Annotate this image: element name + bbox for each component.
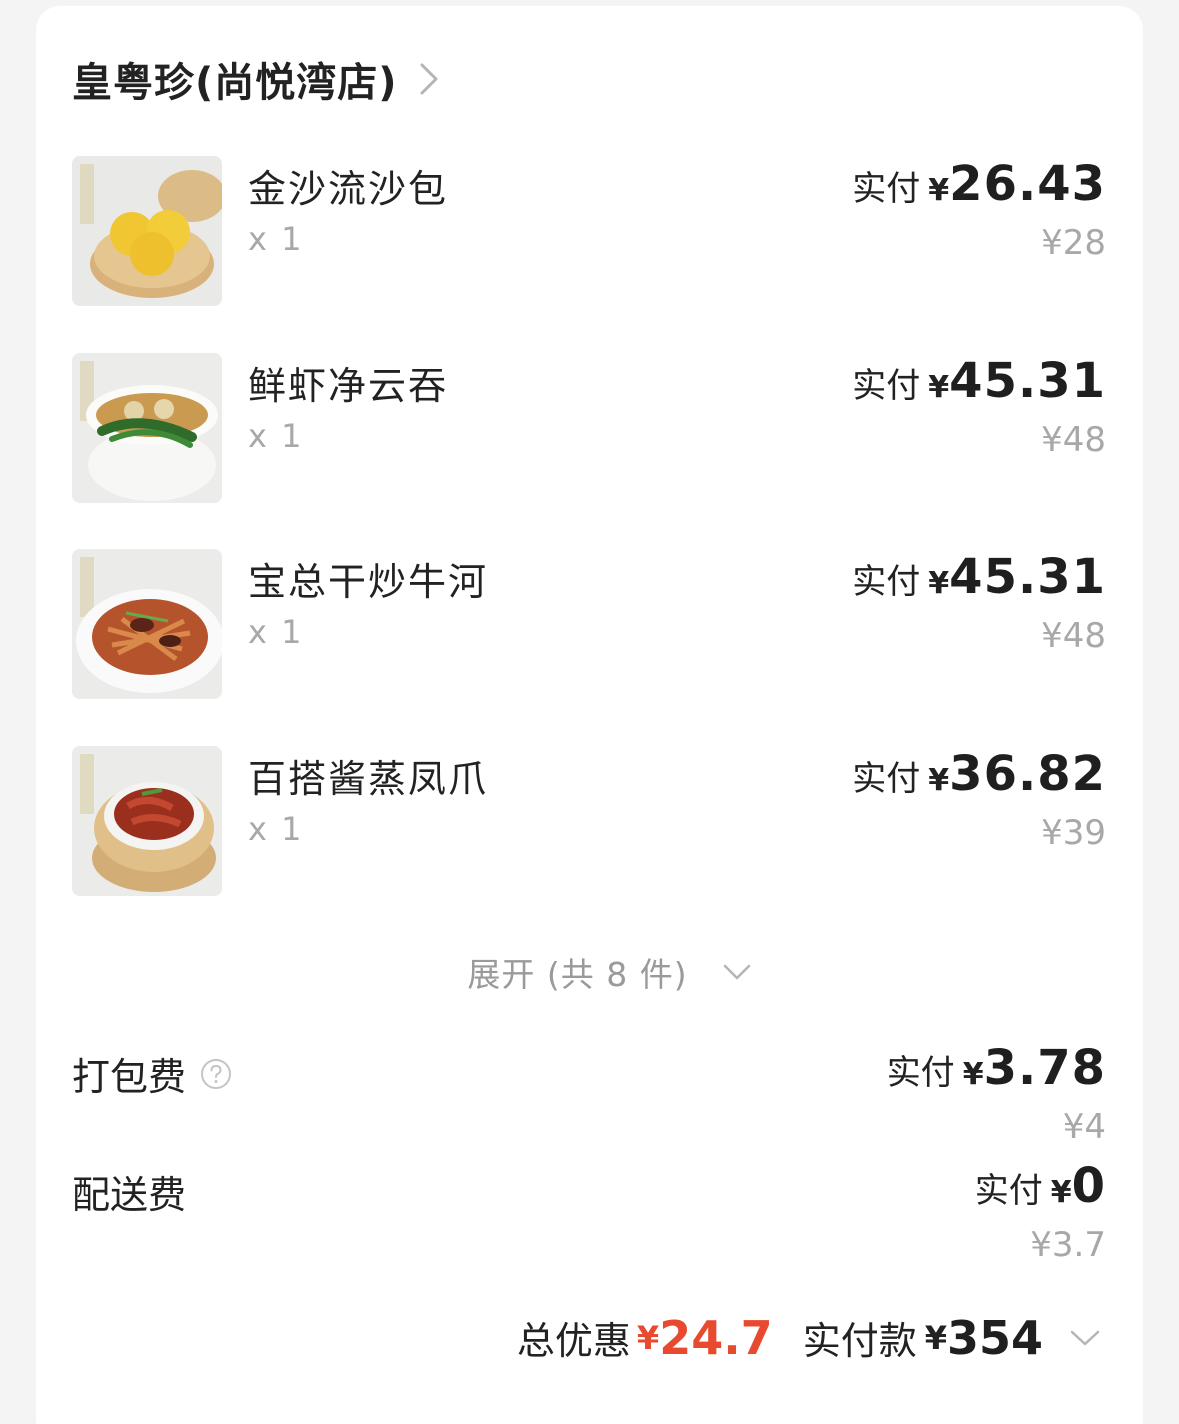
currency-symbol: ¥ <box>928 173 950 208</box>
store-name: 皇粤珍(尚悦湾店) <box>72 60 398 106</box>
expand-label: 展开 (共 8 件) <box>467 955 688 994</box>
chevron-right-icon <box>420 63 438 95</box>
price-block: 实付 ¥0 ¥3.7 <box>975 1158 1106 1265</box>
currency-symbol: ¥ <box>928 370 950 405</box>
paid-label: 实付 <box>886 1053 955 1093</box>
paid-price: 0 <box>1071 1158 1106 1214</box>
paid-price: 26.43 <box>949 156 1106 212</box>
delivery-fee-label: 配送费 <box>72 1173 187 1217</box>
order-item[interactable]: 宝总干炒牛河 x 1 实付 ¥45.31 ¥48 <box>72 549 1106 699</box>
dish-image <box>72 156 222 306</box>
order-item[interactable]: 金沙流沙包 x 1 实付 ¥26.43 ¥28 <box>72 156 1106 306</box>
original-price: ¥39 <box>1041 813 1106 853</box>
price-block: 实付 ¥26.43 ¥28 <box>852 156 1106 263</box>
dish-quantity: x 1 <box>248 220 304 258</box>
price-block: 实付 ¥3.78 ¥4 <box>887 1040 1106 1147</box>
total-amount: 354 <box>946 1310 1043 1365</box>
total-label: 实付款 <box>802 1319 917 1363</box>
paid-price: 45.31 <box>949 353 1106 409</box>
dish-image <box>72 353 222 503</box>
paid-label: 实付 <box>852 562 921 602</box>
order-summary[interactable]: 总优惠 ¥ 24.7 实付款 ¥ 354 <box>517 1310 1101 1365</box>
packaging-fee-row: 打包费 实付 ¥3.78 ¥4 <box>72 1040 1106 1147</box>
original-price: ¥48 <box>1041 616 1106 656</box>
original-price: ¥48 <box>1041 420 1106 460</box>
dish-quantity: x 1 <box>248 810 304 848</box>
order-item[interactable]: 鲜虾净云吞 x 1 实付 ¥45.31 ¥48 <box>72 353 1106 503</box>
currency-symbol: ¥ <box>1050 1175 1072 1210</box>
help-icon[interactable] <box>200 1058 232 1090</box>
dish-image <box>72 746 222 896</box>
packaging-fee-label: 打包费 <box>72 1055 187 1099</box>
delivery-fee-row: 配送费 实付 ¥0 ¥3.7 <box>72 1158 1106 1265</box>
discount-currency: ¥ <box>636 1318 660 1357</box>
price-block: 实付 ¥45.31 ¥48 <box>852 353 1106 460</box>
chevron-down-icon <box>723 964 750 980</box>
dish-quantity: x 1 <box>248 613 304 651</box>
price-block: 实付 ¥45.31 ¥48 <box>852 549 1106 656</box>
paid-label: 实付 <box>852 169 921 209</box>
currency-symbol: ¥ <box>962 1057 984 1092</box>
discount-amount: 24.7 <box>659 1310 773 1365</box>
paid-label: 实付 <box>852 759 921 799</box>
store-header[interactable]: 皇粤珍(尚悦湾店) <box>72 50 444 108</box>
paid-price: 36.82 <box>949 746 1106 802</box>
dish-name: 金沙流沙包 <box>248 167 449 211</box>
original-price: ¥4 <box>1062 1107 1106 1147</box>
currency-symbol: ¥ <box>928 763 950 798</box>
total-currency: ¥ <box>924 1318 947 1357</box>
currency-symbol: ¥ <box>928 566 950 601</box>
order-item[interactable]: 百搭酱蒸凤爪 x 1 实付 ¥36.82 ¥39 <box>72 746 1106 896</box>
discount-label: 总优惠 <box>516 1319 631 1363</box>
original-price: ¥3.7 <box>1030 1225 1106 1265</box>
paid-label: 实付 <box>852 366 921 406</box>
dish-name: 宝总干炒牛河 <box>248 560 489 604</box>
dish-name: 百搭酱蒸凤爪 <box>248 757 489 801</box>
dish-image <box>72 549 222 699</box>
paid-label: 实付 <box>974 1171 1043 1211</box>
expand-items-button[interactable]: 展开 (共 8 件) <box>0 948 1179 996</box>
paid-price: 45.31 <box>949 549 1106 605</box>
dish-name: 鲜虾净云吞 <box>248 364 449 408</box>
original-price: ¥28 <box>1041 223 1106 263</box>
price-block: 实付 ¥36.82 ¥39 <box>852 746 1106 853</box>
chevron-down-icon[interactable] <box>1069 1327 1101 1349</box>
dish-quantity: x 1 <box>248 417 304 455</box>
paid-price: 3.78 <box>983 1040 1106 1096</box>
